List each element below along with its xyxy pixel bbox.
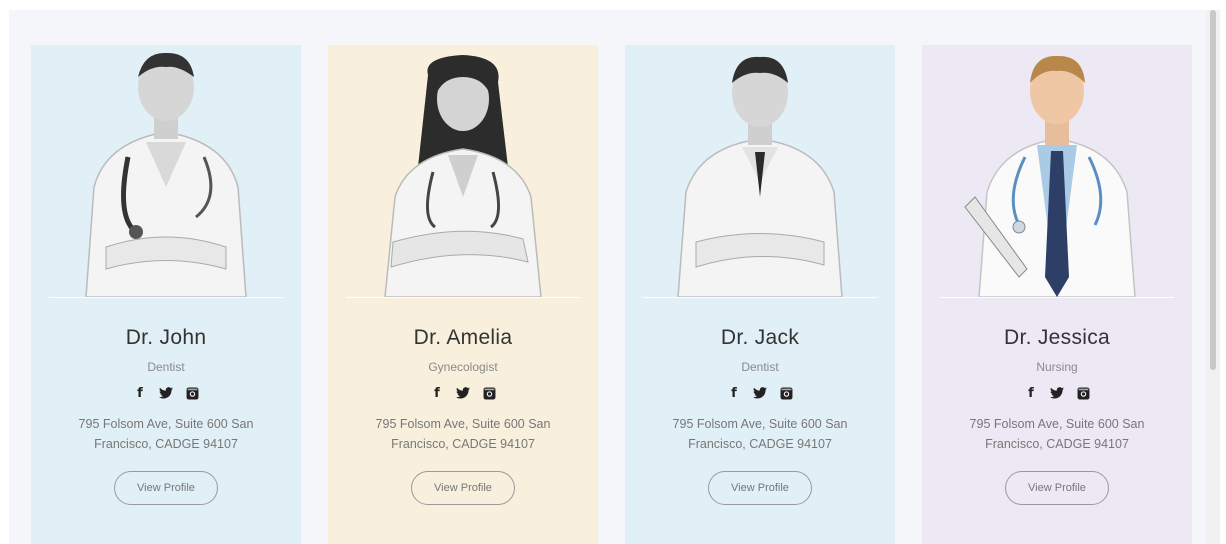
doctor-name: Dr. John xyxy=(125,326,207,349)
doctor-name: Dr. Jessica xyxy=(1004,326,1110,349)
social-links: f xyxy=(727,386,793,401)
instagram-icon[interactable] xyxy=(1076,386,1090,400)
doctor-address: 795 Folsom Ave, Suite 600 San Francisco,… xyxy=(78,417,254,451)
facebook-icon[interactable]: f xyxy=(1024,386,1038,401)
doctor-name: Dr. Jack xyxy=(720,326,800,349)
facebook-icon[interactable]: f xyxy=(133,386,147,401)
view-profile-button[interactable]: View Profile xyxy=(114,471,218,505)
doctor-card: Dr. Amelia Gynecologist f 795 Folsom Ave… xyxy=(328,45,598,544)
instagram-icon[interactable] xyxy=(185,386,199,400)
doctor-specialty: Nursing xyxy=(1036,360,1078,374)
doctor-specialty: Gynecologist xyxy=(428,360,498,374)
doctor-photo xyxy=(346,45,580,297)
photo-divider xyxy=(643,297,877,298)
doctor-specialty: Dentist xyxy=(147,360,185,374)
doctor-name: Dr. Amelia xyxy=(413,326,513,349)
social-links: f xyxy=(133,386,199,401)
twitter-icon[interactable] xyxy=(159,386,173,400)
photo-divider xyxy=(940,297,1174,298)
doctor-cards: Dr. John Dentist f 795 Folsom Ave, Suite… xyxy=(31,45,1192,544)
twitter-icon[interactable] xyxy=(1050,386,1064,400)
twitter-icon[interactable] xyxy=(456,386,470,400)
view-profile-button[interactable]: View Profile xyxy=(708,471,812,505)
doctor-photo xyxy=(49,45,283,297)
twitter-icon[interactable] xyxy=(753,386,767,400)
scrollbar-thumb[interactable] xyxy=(1210,10,1216,370)
social-links: f xyxy=(1024,386,1090,401)
view-profile-button[interactable]: View Profile xyxy=(411,471,515,505)
facebook-icon[interactable]: f xyxy=(727,386,741,401)
instagram-icon[interactable] xyxy=(779,386,793,400)
page-scrollbar[interactable] xyxy=(1206,10,1220,544)
doctor-specialty: Dentist xyxy=(741,360,779,374)
doctor-card: Dr. Jack Dentist f 795 Folsom Ave, Suite… xyxy=(625,45,895,544)
facebook-icon[interactable]: f xyxy=(430,386,444,401)
doctor-address: 795 Folsom Ave, Suite 600 San Francisco,… xyxy=(969,417,1145,451)
doctor-address: 795 Folsom Ave, Suite 600 San Francisco,… xyxy=(375,417,551,451)
doctor-card: Dr. Jessica Nursing f 795 Folsom Ave, Su… xyxy=(922,45,1192,544)
photo-divider xyxy=(346,297,580,298)
photo-divider xyxy=(49,297,283,298)
instagram-icon[interactable] xyxy=(482,386,496,400)
doctor-card: Dr. John Dentist f 795 Folsom Ave, Suite… xyxy=(31,45,301,544)
doctor-address: 795 Folsom Ave, Suite 600 San Francisco,… xyxy=(672,417,848,451)
doctor-photo xyxy=(940,45,1174,297)
social-links: f xyxy=(430,386,496,401)
view-profile-button[interactable]: View Profile xyxy=(1005,471,1109,505)
doctor-photo xyxy=(643,45,877,297)
